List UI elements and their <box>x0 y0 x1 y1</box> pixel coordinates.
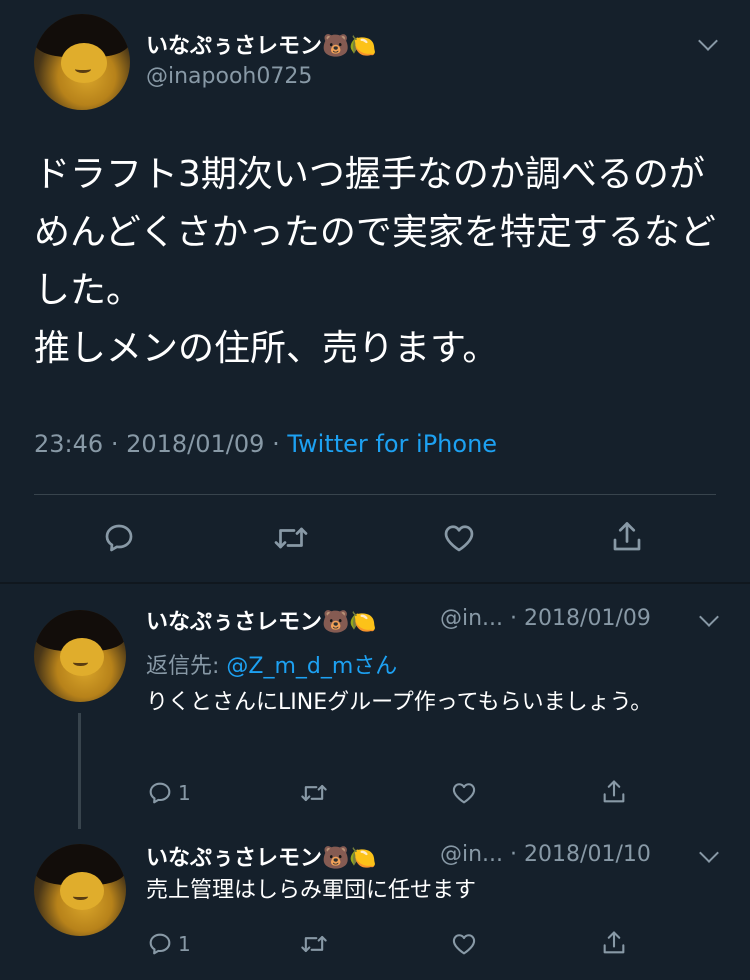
avatar-face <box>59 637 104 677</box>
tweet-text: ドラフト3期次いつ握手なのか調べるのがめんどくさかったので実家を特定するなどした… <box>34 154 716 369</box>
retweet-icon <box>301 784 327 802</box>
share-button[interactable] <box>600 777 628 807</box>
reply-icon <box>149 782 171 804</box>
tweet-source[interactable]: Twitter for iPhone <box>287 430 497 458</box>
meta-sep: · <box>272 430 280 458</box>
reply-icon <box>105 524 133 552</box>
retweet-icon <box>274 527 308 549</box>
meta-sep: · <box>510 606 518 631</box>
display-name[interactable]: いなぷぅさレモン🐻🍋 <box>146 840 377 872</box>
section-divider <box>0 582 750 584</box>
share-button[interactable] <box>609 518 645 556</box>
like-button[interactable] <box>440 520 478 556</box>
chevron-down-icon[interactable] <box>699 843 719 863</box>
like-button[interactable] <box>449 779 479 807</box>
user-handle[interactable]: @inapooh0725 <box>146 64 312 89</box>
reply-button[interactable]: 1 <box>146 930 191 958</box>
name-emoji: 🐻🍋 <box>322 34 377 59</box>
thread-line <box>78 713 81 829</box>
reply-to: 返信先: @Z_m_d_mさん <box>146 648 397 680</box>
retweet-button[interactable] <box>271 520 311 556</box>
display-name-text: いなぷぅさレモン <box>146 610 323 635</box>
reply-to-mention[interactable]: @Z_m_d_mさん <box>226 654 397 679</box>
display-name[interactable]: いなぷぅさレモン🐻🍋 <box>146 28 377 60</box>
reply-to-label: 返信先: <box>146 654 227 679</box>
share-icon <box>603 931 625 954</box>
reply-icon <box>149 933 171 955</box>
chevron-down-icon[interactable] <box>698 31 718 51</box>
retweet-icon <box>301 935 327 953</box>
display-name-text: いなぷぅさレモン <box>146 34 323 59</box>
like-icon <box>452 934 476 955</box>
avatar[interactable] <box>34 610 126 702</box>
like-button[interactable] <box>449 930 479 958</box>
like-icon <box>452 783 476 804</box>
reply-date: 2018/01/09 <box>524 606 651 631</box>
reply-meta: @in... · 2018/01/10 <box>440 842 651 867</box>
tweet-meta: 23:46 · 2018/01/09 · Twitter for iPhone <box>34 430 497 458</box>
avatar[interactable] <box>34 844 126 936</box>
share-icon <box>603 780 625 803</box>
reply-button[interactable]: 1 <box>146 779 191 807</box>
retweet-button[interactable] <box>298 930 330 958</box>
display-name-text: いなぷぅさレモン <box>146 846 323 871</box>
user-handle[interactable]: @in... <box>440 842 503 867</box>
name-emoji: 🐻🍋 <box>322 846 377 871</box>
share-button[interactable] <box>600 928 628 958</box>
like-icon <box>444 525 474 552</box>
meta-sep: · <box>510 842 518 867</box>
share-icon <box>613 522 641 551</box>
display-name[interactable]: いなぷぅさレモン🐻🍋 <box>146 604 377 636</box>
tweet-date: 2018/01/09 <box>126 430 265 458</box>
reply-date: 2018/01/10 <box>524 842 651 867</box>
meta-sep: · <box>110 430 119 458</box>
reply-button[interactable] <box>101 520 137 556</box>
reply-count: 1 <box>178 932 191 956</box>
divider <box>34 494 716 495</box>
tweet-time: 23:46 <box>34 430 104 458</box>
user-handle[interactable]: @in... <box>440 606 503 631</box>
avatar-face <box>60 42 107 84</box>
retweet-button[interactable] <box>298 779 330 807</box>
reply-count: 1 <box>178 781 191 805</box>
reply-text: 売上管理はしらみ軍団に任せます <box>146 878 477 903</box>
avatar-face <box>59 871 104 911</box>
reply-text: りくとさんにLINEグループ作ってもらいましょう。 <box>146 690 653 715</box>
name-emoji: 🐻🍋 <box>322 610 377 635</box>
avatar[interactable] <box>34 14 130 110</box>
chevron-down-icon[interactable] <box>699 607 719 627</box>
reply-meta: @in... · 2018/01/09 <box>440 606 651 631</box>
